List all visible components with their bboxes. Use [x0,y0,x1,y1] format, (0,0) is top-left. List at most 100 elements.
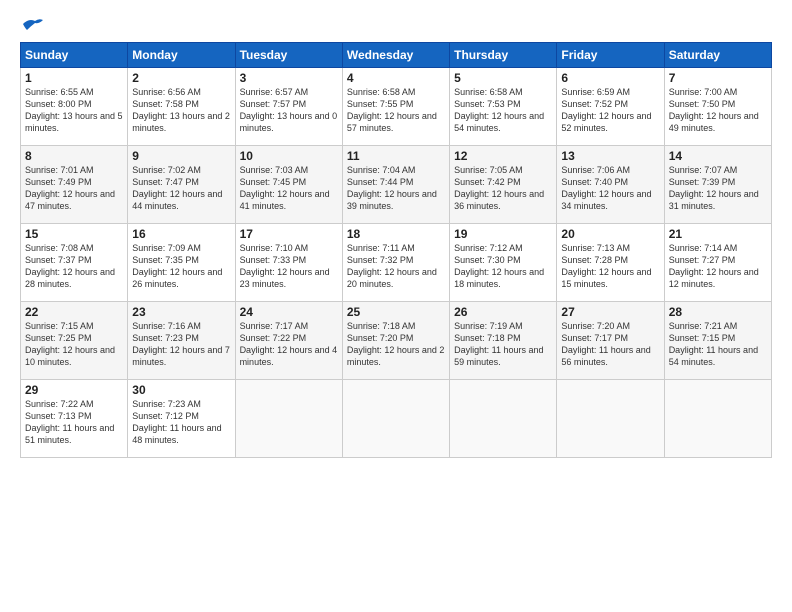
day-number: 4 [347,71,445,85]
cell-content: Sunrise: 7:06 AMSunset: 7:40 PMDaylight:… [561,164,659,213]
cell-content: Sunrise: 7:13 AMSunset: 7:28 PMDaylight:… [561,242,659,291]
calendar-cell: 19Sunrise: 7:12 AMSunset: 7:30 PMDayligh… [450,224,557,302]
cell-content: Sunrise: 7:12 AMSunset: 7:30 PMDaylight:… [454,242,552,291]
calendar-cell: 27Sunrise: 7:20 AMSunset: 7:17 PMDayligh… [557,302,664,380]
day-number: 11 [347,149,445,163]
day-number: 6 [561,71,659,85]
cell-content: Sunrise: 6:58 AMSunset: 7:53 PMDaylight:… [454,86,552,135]
calendar-cell: 1Sunrise: 6:55 AMSunset: 8:00 PMDaylight… [21,68,128,146]
calendar-cell [450,380,557,458]
day-number: 26 [454,305,552,319]
calendar-cell: 12Sunrise: 7:05 AMSunset: 7:42 PMDayligh… [450,146,557,224]
calendar-table: SundayMondayTuesdayWednesdayThursdayFrid… [20,42,772,458]
week-row-1: 1Sunrise: 6:55 AMSunset: 8:00 PMDaylight… [21,68,772,146]
day-number: 27 [561,305,659,319]
calendar-cell: 24Sunrise: 7:17 AMSunset: 7:22 PMDayligh… [235,302,342,380]
calendar-cell: 6Sunrise: 6:59 AMSunset: 7:52 PMDaylight… [557,68,664,146]
cell-content: Sunrise: 7:09 AMSunset: 7:35 PMDaylight:… [132,242,230,291]
week-row-4: 22Sunrise: 7:15 AMSunset: 7:25 PMDayligh… [21,302,772,380]
calendar-cell [342,380,449,458]
day-number: 30 [132,383,230,397]
weekday-header-saturday: Saturday [664,43,771,68]
day-number: 18 [347,227,445,241]
day-number: 1 [25,71,123,85]
calendar-cell [664,380,771,458]
cell-content: Sunrise: 7:20 AMSunset: 7:17 PMDaylight:… [561,320,659,369]
calendar-cell: 3Sunrise: 6:57 AMSunset: 7:57 PMDaylight… [235,68,342,146]
cell-content: Sunrise: 7:18 AMSunset: 7:20 PMDaylight:… [347,320,445,369]
calendar-cell: 5Sunrise: 6:58 AMSunset: 7:53 PMDaylight… [450,68,557,146]
calendar-cell: 4Sunrise: 6:58 AMSunset: 7:55 PMDaylight… [342,68,449,146]
weekday-header-row: SundayMondayTuesdayWednesdayThursdayFrid… [21,43,772,68]
cell-content: Sunrise: 6:56 AMSunset: 7:58 PMDaylight:… [132,86,230,135]
week-row-3: 15Sunrise: 7:08 AMSunset: 7:37 PMDayligh… [21,224,772,302]
calendar-cell: 28Sunrise: 7:21 AMSunset: 7:15 PMDayligh… [664,302,771,380]
calendar-cell [557,380,664,458]
cell-content: Sunrise: 7:08 AMSunset: 7:37 PMDaylight:… [25,242,123,291]
cell-content: Sunrise: 7:03 AMSunset: 7:45 PMDaylight:… [240,164,338,213]
day-number: 25 [347,305,445,319]
cell-content: Sunrise: 6:58 AMSunset: 7:55 PMDaylight:… [347,86,445,135]
calendar-cell: 18Sunrise: 7:11 AMSunset: 7:32 PMDayligh… [342,224,449,302]
calendar-cell: 30Sunrise: 7:23 AMSunset: 7:12 PMDayligh… [128,380,235,458]
cell-content: Sunrise: 7:15 AMSunset: 7:25 PMDaylight:… [25,320,123,369]
header [20,16,772,32]
day-number: 21 [669,227,767,241]
cell-content: Sunrise: 7:11 AMSunset: 7:32 PMDaylight:… [347,242,445,291]
day-number: 16 [132,227,230,241]
day-number: 14 [669,149,767,163]
day-number: 3 [240,71,338,85]
day-number: 20 [561,227,659,241]
week-row-5: 29Sunrise: 7:22 AMSunset: 7:13 PMDayligh… [21,380,772,458]
day-number: 12 [454,149,552,163]
calendar-cell: 29Sunrise: 7:22 AMSunset: 7:13 PMDayligh… [21,380,128,458]
cell-content: Sunrise: 7:16 AMSunset: 7:23 PMDaylight:… [132,320,230,369]
day-number: 5 [454,71,552,85]
day-number: 17 [240,227,338,241]
calendar-cell: 16Sunrise: 7:09 AMSunset: 7:35 PMDayligh… [128,224,235,302]
cell-content: Sunrise: 6:59 AMSunset: 7:52 PMDaylight:… [561,86,659,135]
weekday-header-thursday: Thursday [450,43,557,68]
cell-content: Sunrise: 7:10 AMSunset: 7:33 PMDaylight:… [240,242,338,291]
cell-content: Sunrise: 7:14 AMSunset: 7:27 PMDaylight:… [669,242,767,291]
calendar-cell: 20Sunrise: 7:13 AMSunset: 7:28 PMDayligh… [557,224,664,302]
calendar-cell: 8Sunrise: 7:01 AMSunset: 7:49 PMDaylight… [21,146,128,224]
cell-content: Sunrise: 7:07 AMSunset: 7:39 PMDaylight:… [669,164,767,213]
weekday-header-tuesday: Tuesday [235,43,342,68]
day-number: 28 [669,305,767,319]
calendar-cell: 21Sunrise: 7:14 AMSunset: 7:27 PMDayligh… [664,224,771,302]
day-number: 22 [25,305,123,319]
logo-bird-icon [21,16,43,32]
cell-content: Sunrise: 7:02 AMSunset: 7:47 PMDaylight:… [132,164,230,213]
week-row-2: 8Sunrise: 7:01 AMSunset: 7:49 PMDaylight… [21,146,772,224]
day-number: 13 [561,149,659,163]
calendar-cell: 11Sunrise: 7:04 AMSunset: 7:44 PMDayligh… [342,146,449,224]
calendar-cell: 2Sunrise: 6:56 AMSunset: 7:58 PMDaylight… [128,68,235,146]
calendar-cell: 26Sunrise: 7:19 AMSunset: 7:18 PMDayligh… [450,302,557,380]
calendar-cell: 9Sunrise: 7:02 AMSunset: 7:47 PMDaylight… [128,146,235,224]
cell-content: Sunrise: 7:22 AMSunset: 7:13 PMDaylight:… [25,398,123,447]
day-number: 24 [240,305,338,319]
calendar-cell: 22Sunrise: 7:15 AMSunset: 7:25 PMDayligh… [21,302,128,380]
calendar-cell: 23Sunrise: 7:16 AMSunset: 7:23 PMDayligh… [128,302,235,380]
weekday-header-friday: Friday [557,43,664,68]
cell-content: Sunrise: 7:05 AMSunset: 7:42 PMDaylight:… [454,164,552,213]
logo [20,16,43,32]
calendar-cell: 15Sunrise: 7:08 AMSunset: 7:37 PMDayligh… [21,224,128,302]
calendar-cell: 10Sunrise: 7:03 AMSunset: 7:45 PMDayligh… [235,146,342,224]
cell-content: Sunrise: 6:55 AMSunset: 8:00 PMDaylight:… [25,86,123,135]
day-number: 9 [132,149,230,163]
cell-content: Sunrise: 7:19 AMSunset: 7:18 PMDaylight:… [454,320,552,369]
calendar-cell [235,380,342,458]
cell-content: Sunrise: 6:57 AMSunset: 7:57 PMDaylight:… [240,86,338,135]
day-number: 29 [25,383,123,397]
cell-content: Sunrise: 7:23 AMSunset: 7:12 PMDaylight:… [132,398,230,447]
day-number: 23 [132,305,230,319]
page: SundayMondayTuesdayWednesdayThursdayFrid… [0,0,792,612]
cell-content: Sunrise: 7:04 AMSunset: 7:44 PMDaylight:… [347,164,445,213]
day-number: 19 [454,227,552,241]
day-number: 10 [240,149,338,163]
calendar-cell: 13Sunrise: 7:06 AMSunset: 7:40 PMDayligh… [557,146,664,224]
calendar-cell: 25Sunrise: 7:18 AMSunset: 7:20 PMDayligh… [342,302,449,380]
weekday-header-monday: Monday [128,43,235,68]
